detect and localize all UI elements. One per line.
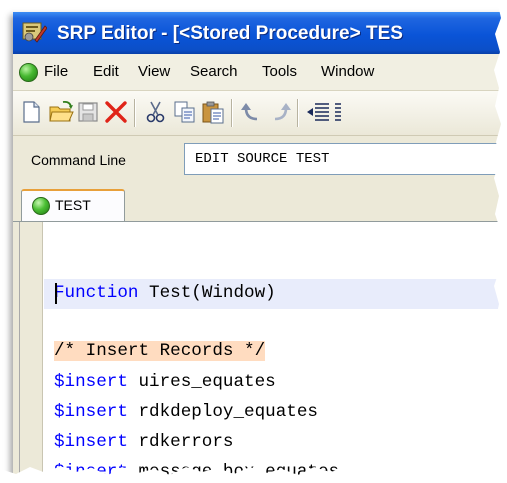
code-text: rdkdeploy_equates xyxy=(127,402,318,422)
paste-icon[interactable] xyxy=(200,99,226,125)
code-keyword: $insert xyxy=(54,372,128,392)
text-caret xyxy=(55,283,57,304)
tab-label: TEST xyxy=(55,197,91,213)
code-text: Test(Window) xyxy=(138,283,276,303)
command-line-bar: Command Line xyxy=(13,136,507,184)
tab-test[interactable]: TEST xyxy=(21,189,125,221)
indent-icon[interactable] xyxy=(333,99,341,125)
new-file-icon[interactable] xyxy=(18,99,44,125)
torn-edge-right xyxy=(494,0,507,483)
menu-search[interactable]: Search xyxy=(190,63,238,80)
toolbar-separator xyxy=(231,99,233,127)
cut-icon[interactable] xyxy=(143,99,169,125)
srp-app-icon xyxy=(22,22,47,43)
torn-edge-bottom xyxy=(0,466,507,483)
code-text: uires_equates xyxy=(127,372,276,392)
menu-window[interactable]: Window xyxy=(321,63,374,80)
menu-view[interactable]: View xyxy=(138,63,170,80)
command-line-input[interactable] xyxy=(184,143,507,175)
tab-status-icon xyxy=(32,197,50,215)
code-line: $insert uires_equates xyxy=(54,372,276,392)
copy-icon[interactable] xyxy=(172,99,198,125)
code-comment: /* Insert Records */ xyxy=(54,341,266,361)
editor-gutter[interactable] xyxy=(20,222,43,483)
code-line: /* Insert Records */ xyxy=(54,341,266,361)
menu-file[interactable]: File xyxy=(44,63,68,80)
code-line: $insert rdkdeploy_equates xyxy=(54,402,318,422)
outdent-icon[interactable] xyxy=(305,99,331,125)
menu-bar: File Edit View Search Tools Window xyxy=(13,54,507,91)
editor-window: SRP Editor - [<Stored Procedure> TES Fil… xyxy=(13,12,507,483)
open-folder-icon[interactable] xyxy=(48,99,74,125)
redo-icon[interactable] xyxy=(267,99,293,125)
menu-edit[interactable]: Edit xyxy=(93,63,119,80)
code-editor[interactable]: Function Test(Window) /* Insert Records … xyxy=(19,222,507,483)
code-line: Function Test(Window) xyxy=(54,283,276,303)
code-keyword: $insert xyxy=(54,402,128,422)
window-title: SRP Editor - [<Stored Procedure> TES xyxy=(57,23,403,44)
document-tab-bar: TEST xyxy=(13,185,507,222)
toolbar-separator xyxy=(134,99,136,127)
code-keyword: $insert xyxy=(54,432,128,452)
code-text: rdkerrors xyxy=(127,432,234,452)
app-status-icon[interactable] xyxy=(19,63,38,82)
toolbar-separator xyxy=(297,99,299,127)
toolbar xyxy=(13,91,507,136)
menu-tools[interactable]: Tools xyxy=(262,63,297,80)
screenshot-frame: SRP Editor - [<Stored Procedure> TES Fil… xyxy=(0,0,507,483)
command-line-label: Command Line xyxy=(31,152,126,168)
code-keyword: Function xyxy=(54,283,139,303)
save-icon[interactable] xyxy=(75,99,101,125)
undo-icon[interactable] xyxy=(239,99,265,125)
delete-icon[interactable] xyxy=(103,99,129,125)
code-line: $insert rdkerrors xyxy=(54,432,234,452)
title-bar[interactable]: SRP Editor - [<Stored Procedure> TES xyxy=(13,12,507,54)
